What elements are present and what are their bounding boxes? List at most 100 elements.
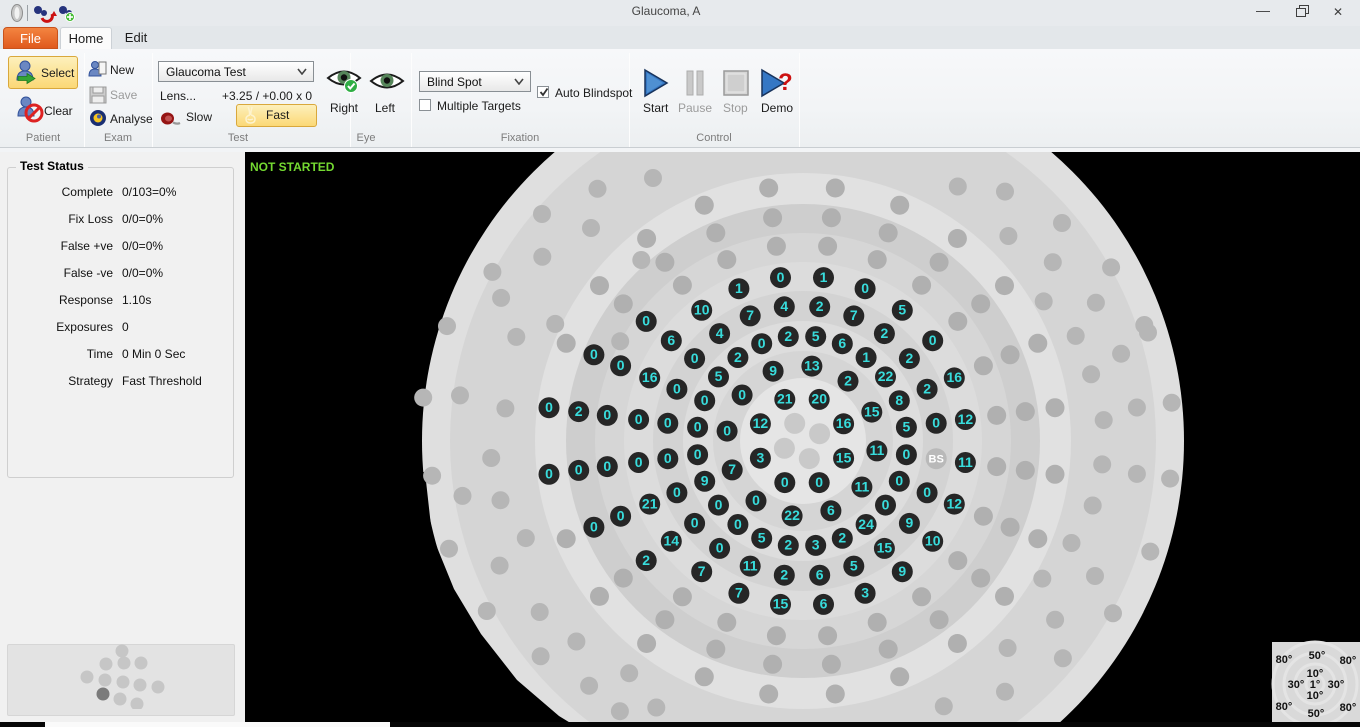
svg-text:0: 0 bbox=[861, 280, 869, 296]
svg-text:2: 2 bbox=[906, 350, 914, 366]
svg-text:1: 1 bbox=[862, 349, 870, 365]
svg-text:24: 24 bbox=[858, 516, 874, 532]
svg-text:7: 7 bbox=[735, 585, 743, 601]
svg-text:0: 0 bbox=[545, 466, 553, 482]
svg-text:?: ? bbox=[778, 69, 793, 96]
svg-text:2: 2 bbox=[734, 349, 742, 365]
svg-text:0: 0 bbox=[603, 458, 611, 474]
svg-text:22: 22 bbox=[784, 507, 800, 523]
svg-text:16: 16 bbox=[947, 369, 963, 385]
svg-text:0: 0 bbox=[590, 346, 598, 362]
svg-text:30°: 30° bbox=[1288, 679, 1305, 691]
svg-text:BS: BS bbox=[929, 454, 944, 466]
svg-text:0: 0 bbox=[882, 496, 890, 512]
svg-text:7: 7 bbox=[728, 461, 736, 477]
svg-text:5: 5 bbox=[850, 557, 858, 573]
svg-text:50°: 50° bbox=[1308, 708, 1325, 720]
svg-text:0: 0 bbox=[691, 515, 699, 531]
svg-text:6: 6 bbox=[816, 567, 824, 583]
svg-text:12: 12 bbox=[958, 411, 974, 427]
svg-text:0: 0 bbox=[617, 357, 625, 373]
svg-text:12: 12 bbox=[753, 415, 769, 431]
svg-text:80°: 80° bbox=[1276, 701, 1293, 713]
svg-text:10: 10 bbox=[925, 533, 941, 549]
svg-text:5: 5 bbox=[812, 328, 820, 344]
svg-text:0: 0 bbox=[758, 335, 766, 351]
svg-text:50°: 50° bbox=[1309, 650, 1326, 662]
svg-text:0: 0 bbox=[929, 332, 937, 348]
svg-text:0: 0 bbox=[673, 381, 681, 397]
svg-text:9: 9 bbox=[701, 473, 709, 489]
svg-text:12: 12 bbox=[947, 495, 963, 511]
svg-text:2: 2 bbox=[923, 381, 931, 397]
svg-text:0: 0 bbox=[701, 392, 709, 408]
svg-text:0: 0 bbox=[923, 484, 931, 500]
svg-text:13: 13 bbox=[804, 357, 820, 373]
svg-text:0: 0 bbox=[716, 540, 724, 556]
svg-text:3: 3 bbox=[812, 537, 820, 553]
svg-text:9: 9 bbox=[906, 515, 914, 531]
svg-text:0: 0 bbox=[738, 386, 746, 402]
svg-text:0: 0 bbox=[815, 474, 823, 490]
svg-text:4: 4 bbox=[780, 298, 788, 314]
svg-text:5: 5 bbox=[898, 302, 906, 318]
svg-text:8: 8 bbox=[895, 392, 903, 408]
svg-text:0: 0 bbox=[734, 516, 742, 532]
svg-text:11: 11 bbox=[958, 454, 973, 470]
svg-text:0: 0 bbox=[642, 313, 650, 329]
svg-text:5: 5 bbox=[903, 419, 911, 435]
svg-text:0: 0 bbox=[545, 399, 553, 415]
svg-text:0: 0 bbox=[635, 411, 643, 427]
svg-text:11: 11 bbox=[854, 478, 869, 494]
svg-text:7: 7 bbox=[850, 307, 858, 323]
svg-text:0: 0 bbox=[635, 454, 643, 470]
svg-text:0: 0 bbox=[694, 446, 702, 462]
svg-text:20: 20 bbox=[811, 391, 827, 407]
svg-text:9: 9 bbox=[898, 563, 906, 579]
svg-text:80°: 80° bbox=[1340, 655, 1357, 667]
svg-text:14: 14 bbox=[664, 533, 680, 549]
svg-text:0: 0 bbox=[777, 269, 785, 285]
svg-text:16: 16 bbox=[642, 369, 658, 385]
svg-text:4: 4 bbox=[716, 325, 724, 341]
svg-text:15: 15 bbox=[836, 450, 852, 466]
svg-text:15: 15 bbox=[864, 403, 880, 419]
svg-text:0: 0 bbox=[723, 422, 731, 438]
svg-text:0: 0 bbox=[664, 450, 672, 466]
svg-text:3: 3 bbox=[861, 585, 869, 601]
svg-text:0: 0 bbox=[932, 415, 940, 431]
svg-text:0: 0 bbox=[781, 474, 789, 490]
svg-text:80°: 80° bbox=[1276, 654, 1293, 666]
svg-text:2: 2 bbox=[780, 567, 788, 583]
svg-text:0: 0 bbox=[694, 419, 702, 435]
svg-text:3: 3 bbox=[757, 450, 765, 466]
svg-text:2: 2 bbox=[838, 530, 846, 546]
svg-text:5: 5 bbox=[758, 530, 766, 546]
svg-text:9: 9 bbox=[769, 363, 777, 379]
svg-text:16: 16 bbox=[836, 415, 852, 431]
svg-text:1: 1 bbox=[735, 280, 743, 296]
svg-text:15: 15 bbox=[877, 540, 893, 556]
svg-text:11: 11 bbox=[743, 557, 758, 573]
svg-text:0: 0 bbox=[715, 496, 723, 512]
svg-text:0: 0 bbox=[575, 462, 583, 478]
svg-text:2: 2 bbox=[784, 537, 792, 553]
svg-text:6: 6 bbox=[838, 335, 846, 351]
svg-text:2: 2 bbox=[881, 325, 889, 341]
svg-text:5: 5 bbox=[715, 368, 723, 384]
svg-text:15: 15 bbox=[773, 596, 789, 612]
svg-text:0: 0 bbox=[691, 350, 699, 366]
svg-text:0: 0 bbox=[603, 407, 611, 423]
svg-text:10: 10 bbox=[694, 302, 710, 318]
svg-text:22: 22 bbox=[878, 368, 894, 384]
svg-text:6: 6 bbox=[820, 596, 828, 612]
svg-text:2: 2 bbox=[575, 403, 583, 419]
svg-text:0: 0 bbox=[895, 473, 903, 489]
svg-text:30°: 30° bbox=[1328, 679, 1345, 691]
svg-text:0: 0 bbox=[903, 446, 911, 462]
svg-text:0: 0 bbox=[617, 508, 625, 524]
svg-text:7: 7 bbox=[746, 307, 754, 323]
svg-text:21: 21 bbox=[642, 495, 658, 511]
svg-text:0: 0 bbox=[673, 484, 681, 500]
svg-text:0: 0 bbox=[752, 492, 760, 508]
